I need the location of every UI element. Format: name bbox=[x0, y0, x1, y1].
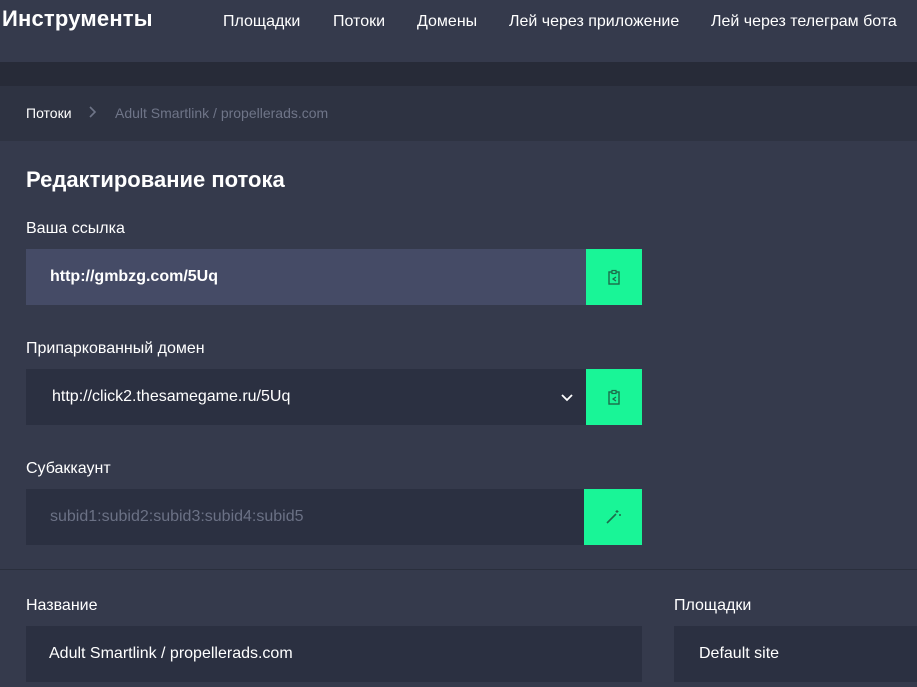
name-input[interactable]: Adult Smartlink / propellerads.com bbox=[26, 626, 642, 682]
subaccount-label: Субаккаунт bbox=[26, 460, 111, 477]
copy-clipboard-icon bbox=[608, 269, 620, 285]
top-navigation-bar: Инструменты Площадки Потоки Домены Лей ч… bbox=[0, 0, 917, 62]
parked-domain-label: Припаркованный домен bbox=[26, 340, 205, 357]
copy-link-button[interactable] bbox=[586, 249, 642, 305]
link-label: Ваша ссылка bbox=[26, 220, 125, 237]
sites-value: Default site bbox=[699, 645, 780, 662]
subaccount-placeholder: subid1:subid2:subid3:subid4:subid5 bbox=[50, 508, 304, 525]
chevron-down-icon bbox=[561, 394, 573, 402]
sites-label: Площадки bbox=[674, 597, 752, 614]
chevron-right-icon bbox=[89, 106, 97, 118]
breadcrumb-current: Adult Smartlink / propellerads.com bbox=[115, 105, 329, 121]
page-title: Редактирование потока bbox=[26, 167, 285, 192]
nav-item-streams[interactable]: Потоки bbox=[333, 13, 385, 31]
app-brand-title: Инструменты bbox=[2, 6, 153, 31]
magic-wand-icon bbox=[606, 510, 621, 524]
parked-domain-value: http://click2.thesamegame.ru/5Uq bbox=[52, 388, 291, 405]
nav-item-domains[interactable]: Домены bbox=[417, 13, 477, 31]
edit-stream-panel: Редактирование потока Ваша ссылка http:/… bbox=[0, 141, 917, 687]
header-divider-band bbox=[0, 62, 917, 86]
copy-parked-domain-button[interactable] bbox=[586, 369, 642, 425]
link-value: http://gmbzg.com/5Uq bbox=[50, 268, 218, 285]
sites-select[interactable]: Default site bbox=[674, 626, 917, 682]
subaccount-input[interactable]: subid1:subid2:subid3:subid4:subid5 bbox=[26, 489, 584, 545]
nav-item-telegram-bot-traffic[interactable]: Лей через телеграм бота bbox=[711, 13, 897, 31]
breadcrumb: Потоки Adult Smartlink / propellerads.co… bbox=[0, 86, 917, 141]
nav-item-app-traffic[interactable]: Лей через приложение bbox=[509, 13, 679, 31]
section-divider bbox=[0, 569, 917, 570]
breadcrumb-root-link[interactable]: Потоки bbox=[26, 105, 72, 121]
nav-item-sites[interactable]: Площадки bbox=[223, 13, 300, 31]
parked-domain-select[interactable]: http://click2.thesamegame.ru/5Uq bbox=[26, 369, 586, 425]
name-value: Adult Smartlink / propellerads.com bbox=[49, 645, 293, 662]
link-field[interactable]: http://gmbzg.com/5Uq bbox=[26, 249, 586, 305]
name-label: Название bbox=[26, 597, 98, 614]
copy-clipboard-icon bbox=[608, 389, 620, 405]
generate-subaccount-button[interactable] bbox=[584, 489, 642, 545]
